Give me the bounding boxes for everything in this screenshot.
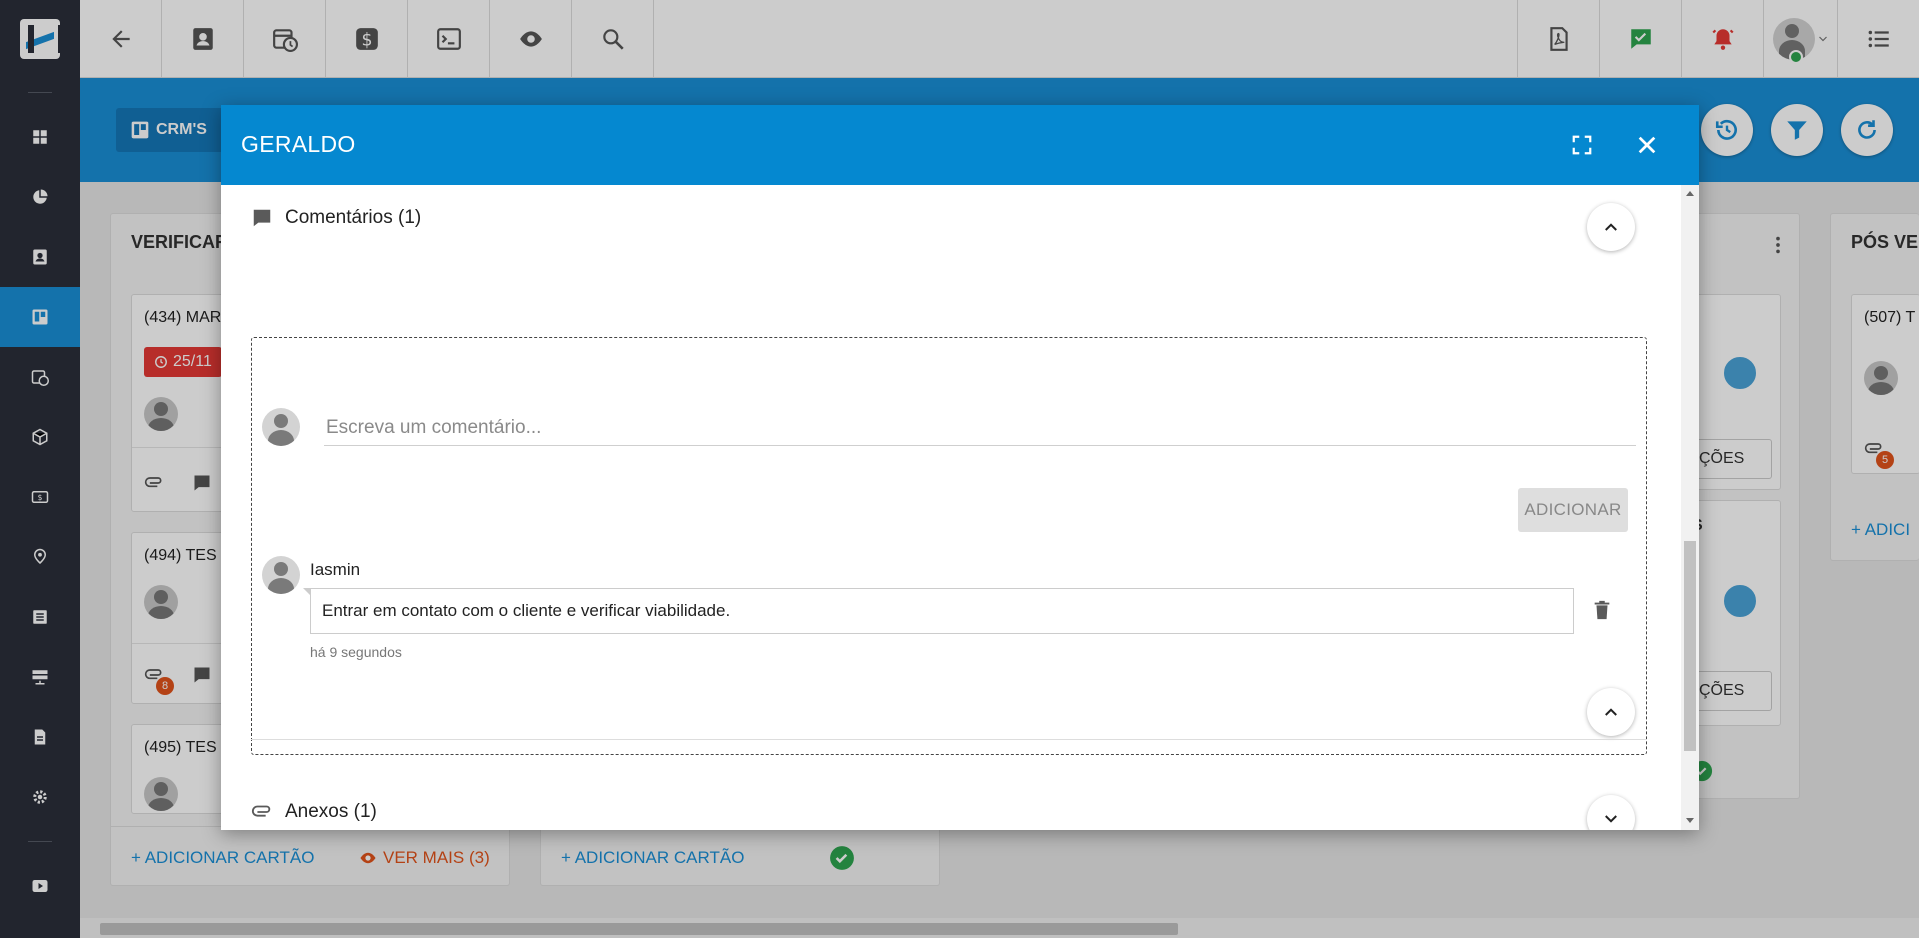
add-comment-button[interactable]: ADICIONAR (1518, 488, 1628, 532)
modal-body: Comentários (1) ADICIONAR Iasmin Entrar … (221, 185, 1699, 830)
fullscreen-icon (1572, 135, 1592, 155)
scroll-up-icon[interactable] (1685, 189, 1695, 199)
chevron-up-icon (1605, 708, 1617, 716)
chevron-up-icon (1605, 223, 1617, 231)
attachments-section-header[interactable]: Anexos (1) (251, 801, 377, 823)
close-icon (1638, 136, 1656, 154)
comment-input[interactable] (324, 410, 1636, 446)
attachments-section-title: Anexos (1) (285, 801, 377, 822)
delete-comment-button[interactable] (1588, 594, 1616, 626)
fullscreen-button[interactable] (1566, 129, 1598, 161)
section-divider (251, 739, 1647, 740)
comment-text: Entrar em contato com o cliente e verifi… (303, 588, 1574, 634)
comments-section-header: Comentários (1) (251, 207, 421, 229)
modal-title: GERALDO (241, 131, 356, 157)
close-button[interactable] (1631, 129, 1663, 161)
comment-author: Iasmin (310, 560, 361, 579)
modal-scrollbar[interactable] (1681, 185, 1699, 830)
comment-timestamp: há 9 segundos (310, 644, 402, 660)
comments-section-title: Comentários (1) (285, 207, 422, 228)
trash-icon (1594, 600, 1610, 620)
comment-icon (253, 209, 271, 227)
scroll-down-icon[interactable] (1685, 815, 1695, 825)
attachment-icon (251, 805, 271, 817)
modal-header: GERALDO (221, 105, 1699, 185)
comments-panel: ADICIONAR Iasmin Entrar em contato com o… (251, 337, 1647, 755)
card-detail-modal: GERALDO Comentários (1) ADICIONAR Iasmin… (221, 105, 1699, 830)
chevron-down-icon (1605, 815, 1617, 823)
collapse-comments-button[interactable] (1587, 203, 1635, 251)
comment-author-avatar (262, 556, 300, 594)
current-user-avatar (262, 408, 300, 446)
scrollbar-thumb[interactable] (1684, 541, 1696, 751)
collapse-section-button[interactable] (1587, 688, 1635, 736)
expand-attachments-button[interactable] (1587, 795, 1635, 830)
